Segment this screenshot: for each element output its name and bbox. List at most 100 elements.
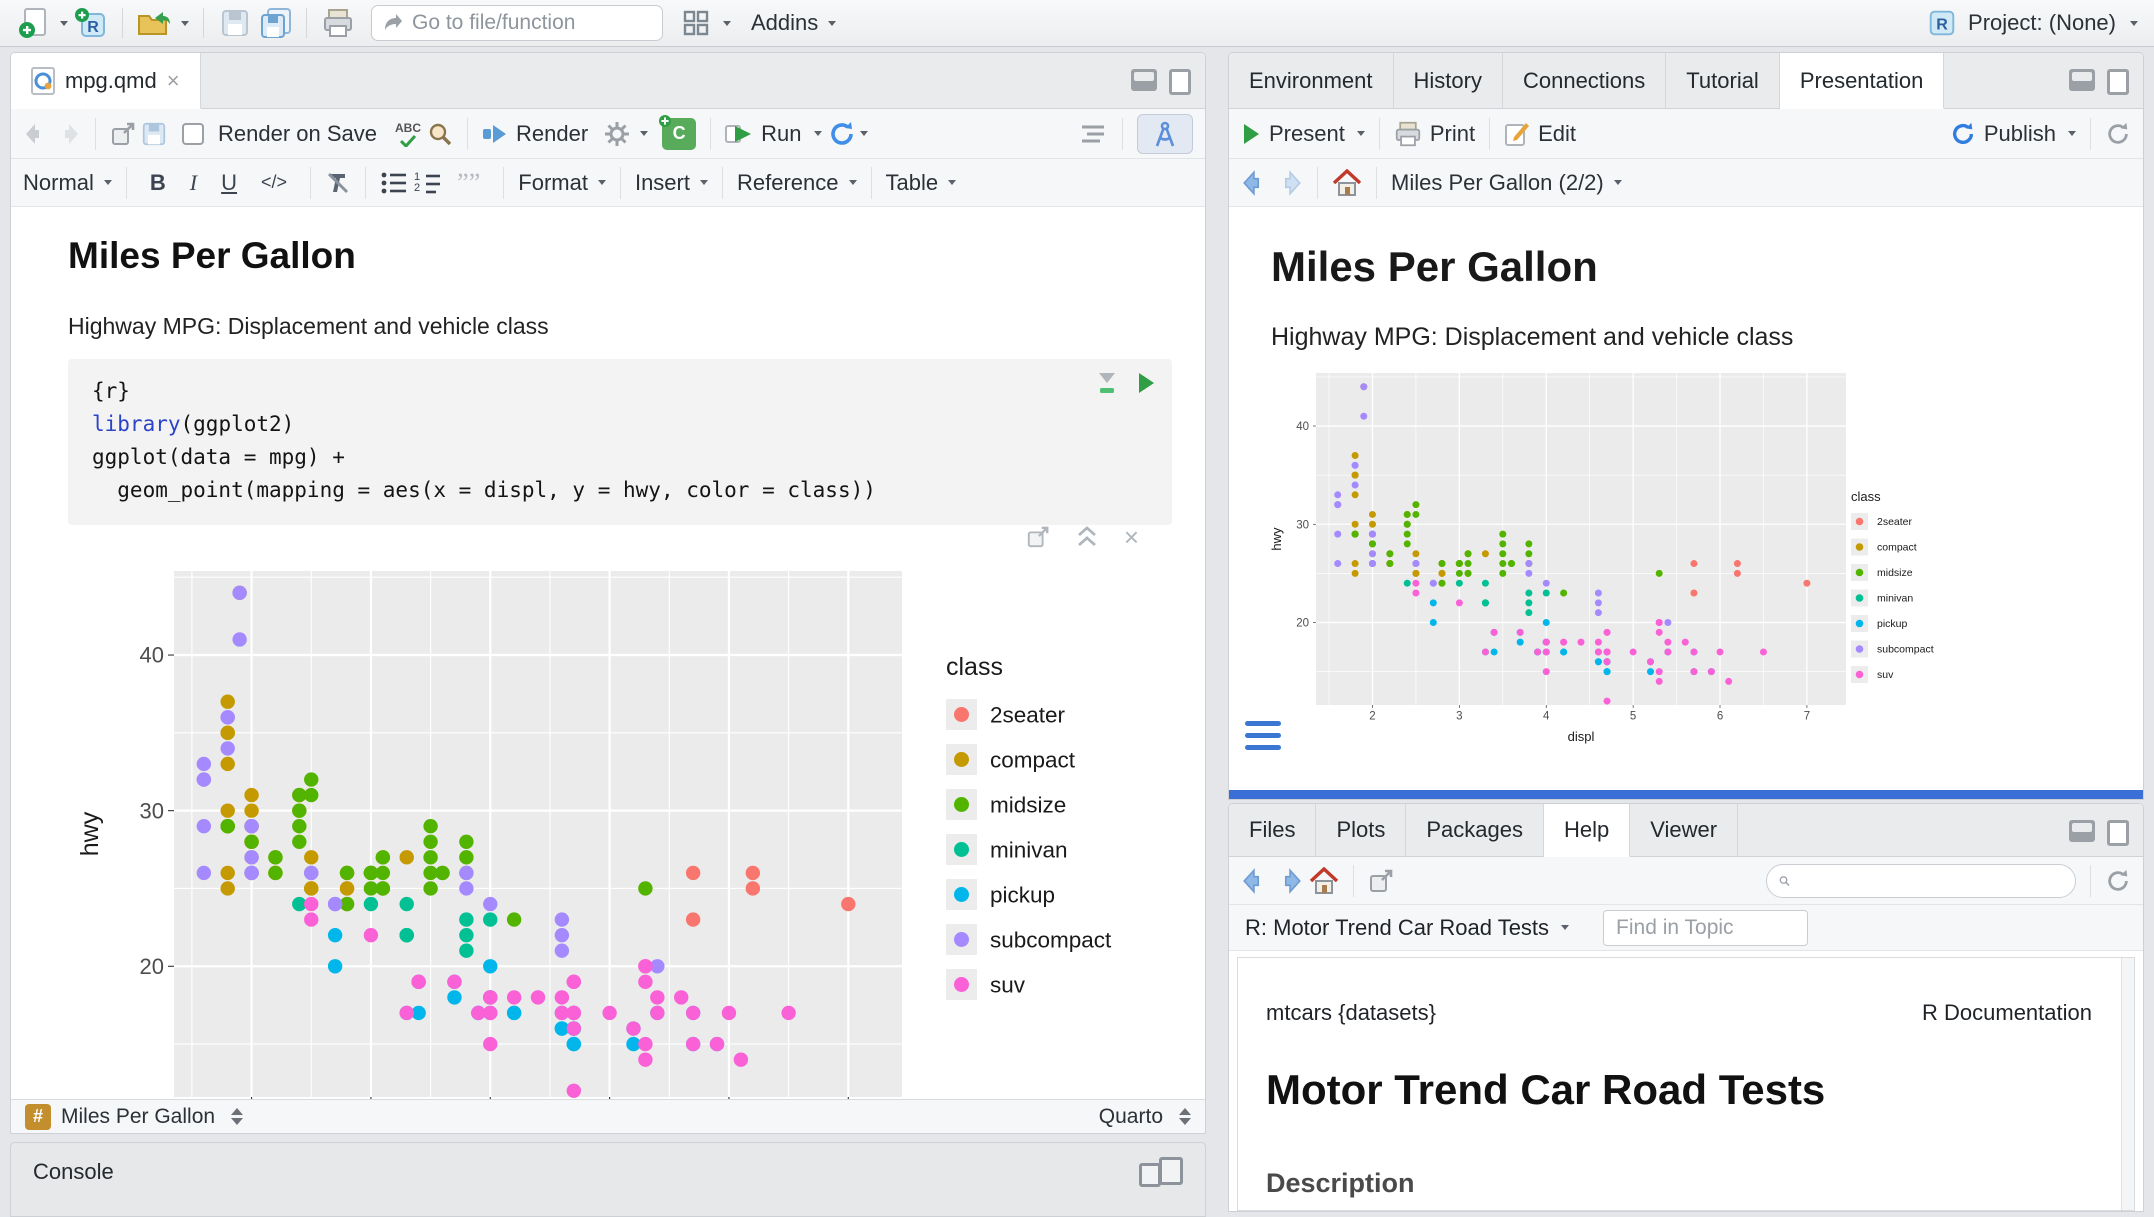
home-slide-icon[interactable]: [1332, 169, 1362, 197]
popout-output-icon[interactable]: [1026, 525, 1050, 549]
outline-location[interactable]: Miles Per Gallon: [61, 1105, 215, 1129]
table-menu-dropdown[interactable]: [948, 180, 956, 185]
find-icon[interactable]: [427, 121, 453, 147]
doc-format-selector[interactable]: [1179, 1108, 1191, 1125]
refresh-presentation-icon[interactable]: [2105, 121, 2131, 147]
goto-file-search[interactable]: [371, 5, 663, 41]
rerun-button[interactable]: [828, 120, 868, 148]
maximize-pane-icon[interactable]: [1169, 69, 1191, 95]
new-file-dropdown[interactable]: [60, 21, 68, 26]
paragraph-style-dropdown[interactable]: [104, 180, 112, 185]
tab-help[interactable]: Help: [1544, 804, 1630, 857]
present-button[interactable]: Present: [1241, 121, 1365, 147]
save-all-button[interactable]: [258, 5, 292, 41]
reference-menu[interactable]: Reference: [737, 170, 839, 196]
insert-chunk-button[interactable]: C: [662, 118, 696, 150]
format-menu[interactable]: Format: [518, 170, 588, 196]
refresh-help-icon[interactable]: [2105, 868, 2131, 894]
tab-close-icon[interactable]: ×: [167, 68, 180, 94]
tab-presentation[interactable]: Presentation: [1780, 53, 1945, 109]
collapse-output-icon[interactable]: [1076, 525, 1098, 549]
help-search-input[interactable]: [1798, 869, 2063, 892]
find-in-topic-input[interactable]: [1603, 910, 1808, 946]
tab-environment[interactable]: Environment: [1229, 53, 1394, 108]
save-button[interactable]: [218, 5, 252, 41]
tab-tutorial[interactable]: Tutorial: [1666, 53, 1780, 108]
publish-dropdown[interactable]: [2068, 131, 2076, 136]
help-home-icon[interactable]: [1309, 867, 1339, 895]
forward-icon[interactable]: [55, 122, 81, 146]
run-chunks-above-icon[interactable]: [1096, 371, 1118, 395]
run-button[interactable]: Run: [725, 121, 821, 147]
clear-output-icon[interactable]: ×: [1124, 527, 1139, 547]
slide-selector[interactable]: Miles Per Gallon (2/2): [1391, 170, 1604, 196]
minimize-pane-icon[interactable]: [2069, 69, 2095, 91]
pane-layout-button[interactable]: [679, 5, 713, 41]
code-chunk[interactable]: {r}library(ggplot2)ggplot(data = mpg) + …: [68, 359, 1172, 525]
help-topic-selector[interactable]: R: Motor Trend Car Road Tests: [1245, 915, 1549, 941]
popout-console-icon[interactable]: [1139, 1163, 1161, 1187]
slide-forward-icon[interactable]: [1275, 170, 1303, 196]
run-dropdown[interactable]: [814, 131, 822, 136]
doc-format-label[interactable]: Quarto: [1099, 1105, 1163, 1129]
numbered-list-icon[interactable]: 12: [414, 171, 442, 195]
run-chunk-icon[interactable]: [1136, 371, 1156, 395]
render-button[interactable]: Render: [482, 121, 588, 147]
popout-help-icon[interactable]: [1368, 868, 1394, 894]
tab-history[interactable]: History: [1394, 53, 1503, 108]
project-selector[interactable]: R Project: (None): [1926, 7, 2138, 39]
help-scrollbar[interactable]: [2121, 958, 2134, 1210]
print-button[interactable]: [321, 5, 355, 41]
present-dropdown[interactable]: [1357, 131, 1365, 136]
addins-dropdown[interactable]: [828, 21, 836, 26]
document-editor[interactable]: Miles Per Gallon Highway MPG: Displaceme…: [11, 207, 1205, 1099]
outline-location-selector[interactable]: [231, 1108, 243, 1125]
insert-menu-dropdown[interactable]: [700, 180, 708, 185]
slide-back-icon[interactable]: [1241, 170, 1269, 196]
render-options-dropdown[interactable]: [640, 131, 648, 136]
help-search-box[interactable]: [1766, 864, 2076, 898]
paragraph-style-select[interactable]: Normal: [23, 170, 94, 196]
popout-icon[interactable]: [110, 121, 136, 147]
tab-viewer[interactable]: Viewer: [1630, 804, 1738, 856]
new-file-button[interactable]: [16, 5, 50, 41]
console-title[interactable]: Console: [33, 1159, 114, 1185]
code-button[interactable]: </>: [252, 172, 296, 193]
table-menu[interactable]: Table: [886, 170, 939, 196]
maximize-console-icon[interactable]: [1159, 1157, 1183, 1185]
save-doc-icon[interactable]: [142, 122, 166, 146]
back-icon[interactable]: [23, 122, 49, 146]
publish-button[interactable]: Publish: [1950, 121, 2076, 147]
help-topic-dropdown[interactable]: [1561, 925, 1569, 930]
maximize-pane-icon[interactable]: [2107, 820, 2129, 846]
goto-file-input[interactable]: [412, 11, 642, 35]
tab-mpg-qmd[interactable]: mpg.qmd ×: [11, 53, 201, 109]
tab-connections[interactable]: Connections: [1503, 53, 1666, 108]
pane-layout-dropdown[interactable]: [723, 21, 731, 26]
open-file-button[interactable]: [137, 5, 171, 41]
gear-icon[interactable]: [604, 121, 630, 147]
new-project-button[interactable]: R: [74, 5, 108, 41]
open-file-dropdown[interactable]: [181, 21, 189, 26]
rerun-dropdown[interactable]: [860, 131, 868, 136]
bullet-list-icon[interactable]: [380, 171, 408, 195]
blockquote-icon[interactable]: ””: [448, 168, 489, 198]
project-dropdown[interactable]: [2130, 21, 2138, 26]
tab-packages[interactable]: Packages: [1406, 804, 1544, 856]
print-presentation-button[interactable]: Print: [1394, 121, 1475, 147]
underline-button[interactable]: U: [212, 170, 246, 196]
outline-icon[interactable]: [1078, 122, 1108, 146]
visual-mode-toggle[interactable]: [1137, 114, 1193, 154]
italic-button[interactable]: I: [181, 170, 206, 196]
edit-presentation-button[interactable]: Edit: [1504, 121, 1576, 147]
reference-menu-dropdown[interactable]: [849, 180, 857, 185]
slide-selector-dropdown[interactable]: [1614, 180, 1622, 185]
tab-files[interactable]: Files: [1229, 804, 1316, 856]
help-forward-icon[interactable]: [1275, 868, 1303, 894]
addins-button[interactable]: Addins: [751, 10, 818, 36]
insert-menu[interactable]: Insert: [635, 170, 690, 196]
maximize-pane-icon[interactable]: [2107, 69, 2129, 95]
bold-button[interactable]: B: [141, 170, 175, 196]
spellcheck-icon[interactable]: ABC: [395, 121, 421, 147]
clear-format-icon[interactable]: [325, 170, 351, 196]
